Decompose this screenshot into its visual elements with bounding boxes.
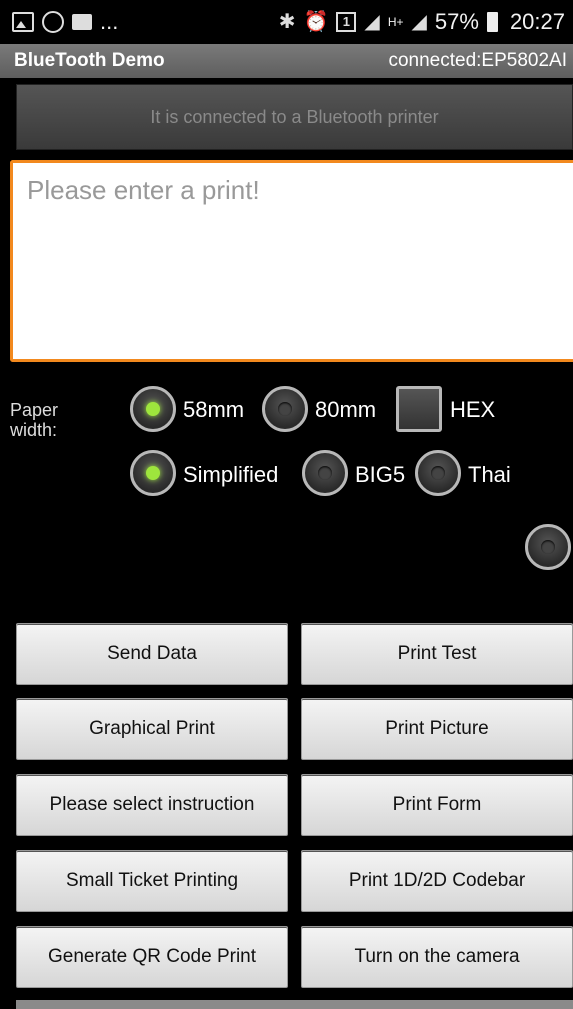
whatsapp-icon (42, 11, 64, 33)
app-title: BlueTooth Demo (14, 50, 165, 71)
radio-80mm[interactable] (262, 386, 308, 432)
small-ticket-printing-button[interactable]: Small Ticket Printing (16, 850, 288, 912)
print-test-button[interactable]: Print Test (301, 623, 573, 685)
app-title-bar: BlueTooth Demo connected:EP5802AI (0, 44, 573, 78)
hex-checkbox[interactable] (396, 386, 442, 432)
graphical-print-button[interactable]: Graphical Print (16, 698, 288, 760)
print-picture-button[interactable]: Print Picture (301, 698, 573, 760)
clock: 20:27 (509, 9, 565, 34)
battery-icon (486, 12, 498, 32)
signal-icon: ◢ (364, 11, 380, 33)
radio-58mm[interactable] (130, 386, 176, 432)
alarm-icon: ⏰ (303, 11, 329, 33)
radio-dot (146, 402, 160, 416)
message-icon (72, 14, 92, 30)
gallery-icon (12, 12, 34, 32)
turn-on-camera-button[interactable]: Turn on the camera (301, 926, 573, 988)
generate-qr-print-button[interactable]: Generate QR Code Print (16, 926, 288, 988)
radio-dot (541, 540, 555, 554)
radio-simplified[interactable] (130, 450, 176, 496)
print-text-input[interactable] (10, 160, 573, 362)
sim-slot-indicator: 1 (336, 12, 357, 32)
radio-dot (318, 466, 332, 480)
radio-80mm-label: 80mm (315, 397, 377, 422)
radio-58mm-label: 58mm (183, 397, 245, 422)
status-bar: ... ✱ ⏰ 1 ◢ H+ ◢ 57% 20:27 (0, 0, 573, 44)
radio-dot (146, 466, 160, 480)
connection-panel-text: It is connected to a Bluetooth printer (150, 106, 439, 127)
paper-width-label: Paper width: (10, 400, 59, 440)
radio-big5[interactable] (302, 450, 348, 496)
bluetooth-icon: ✱ (278, 11, 296, 33)
send-data-button[interactable]: Send Data (16, 623, 288, 685)
print-codebar-button[interactable]: Print 1D/2D Codebar (301, 850, 573, 912)
more-notifications: ... (100, 9, 119, 34)
hex-checkbox-label: HEX (450, 397, 496, 422)
bottom-button-partial[interactable] (16, 1000, 573, 1009)
radio-dot (431, 466, 445, 480)
connection-panel[interactable]: It is connected to a Bluetooth printer (16, 84, 573, 150)
status-bar-left: ... (12, 9, 118, 35)
network-type: H+ (387, 15, 404, 29)
battery-percent: 57% (434, 9, 479, 34)
radio-simplified-label: Simplified (183, 462, 279, 487)
radio-big5-label: BIG5 (355, 462, 406, 487)
radio-thai-label: Thai (468, 462, 511, 487)
radio-dot (278, 402, 292, 416)
radio-thai[interactable] (415, 450, 461, 496)
status-bar-right: ✱ ⏰ 1 ◢ H+ ◢ 57% 20:27 (279, 9, 565, 35)
signal-strength-icon: ◢ (411, 11, 427, 33)
print-form-button[interactable]: Print Form (301, 774, 573, 836)
select-instruction-button[interactable]: Please select instruction (16, 774, 288, 836)
connection-status: connected:EP5802AI (388, 50, 567, 71)
radio-extra-option[interactable] (525, 524, 571, 570)
